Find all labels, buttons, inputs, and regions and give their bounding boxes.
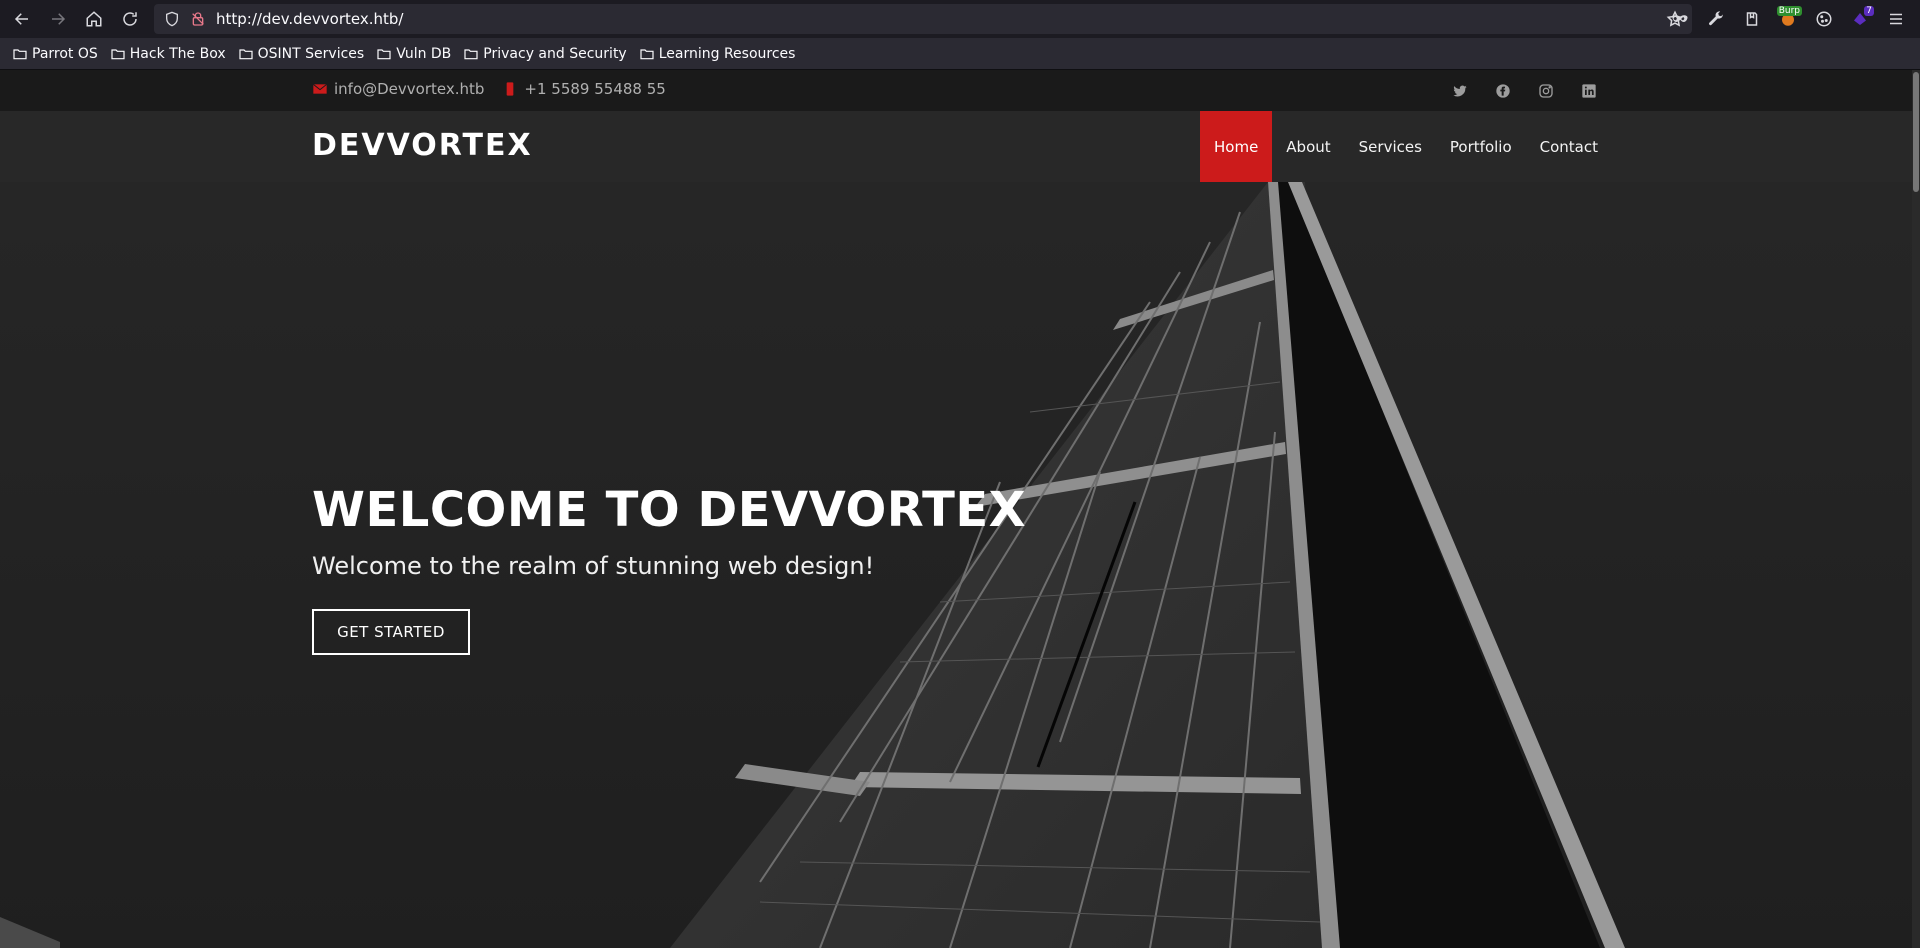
folder-icon xyxy=(377,48,391,59)
folder-icon xyxy=(239,48,253,59)
hero-title: WELCOME TO DEVVORTEX xyxy=(312,482,1027,538)
nav-services[interactable]: Services xyxy=(1345,111,1436,182)
private-browsing-button[interactable] xyxy=(1666,5,1694,33)
contact-info: info@Devvortex.htb +1 5589 55488 55 xyxy=(312,80,666,98)
open-menu-button[interactable] xyxy=(1882,5,1910,33)
site-navbar: DEVVORTEX Home About Services Portfolio … xyxy=(0,111,1912,182)
reload-button[interactable] xyxy=(112,4,148,34)
nav-home[interactable]: Home xyxy=(1200,111,1273,182)
social-links xyxy=(1450,81,1599,101)
page-scrollbar[interactable] xyxy=(1912,70,1920,948)
web-page: info@Devvortex.htb +1 5589 55488 55 DEVV… xyxy=(0,70,1920,948)
burp-badge: Burp xyxy=(1776,6,1802,16)
contact-topbar: info@Devvortex.htb +1 5589 55488 55 xyxy=(0,70,1912,111)
bookmarks-toolbar: Parrot OS Hack The Box OSINT Services Vu… xyxy=(0,38,1920,70)
extensions-icon xyxy=(1746,12,1758,26)
bookmark-folder-osint-services[interactable]: OSINT Services xyxy=(238,45,365,62)
site-logo[interactable]: DEVVORTEX xyxy=(312,128,533,163)
hero-section: WELCOME TO DEVVORTEX Welcome to the real… xyxy=(0,182,1912,948)
bookmark-folder-vuln-db[interactable]: Vuln DB xyxy=(376,46,451,62)
phone-text[interactable]: +1 5589 55488 55 xyxy=(524,80,665,98)
cookie-button[interactable] xyxy=(1810,5,1838,33)
bookmark-label: Parrot OS xyxy=(32,45,98,62)
phone-contact[interactable]: +1 5589 55488 55 xyxy=(502,80,666,98)
nav-contact[interactable]: Contact xyxy=(1526,111,1612,182)
facebook-icon xyxy=(1496,84,1510,98)
hero-building-image xyxy=(0,182,1625,948)
bookmark-label: Privacy and Security xyxy=(483,45,627,62)
get-started-button[interactable]: GET STARTED xyxy=(312,609,470,655)
home-icon xyxy=(86,11,102,27)
twitter-icon xyxy=(1453,85,1467,97)
bookmark-label: Hack The Box xyxy=(129,45,226,62)
twitter-link[interactable] xyxy=(1450,81,1470,101)
folder-icon xyxy=(640,48,654,59)
instagram-link[interactable] xyxy=(1536,81,1556,101)
insecure-lock-icon[interactable] xyxy=(190,11,206,27)
bookmark-folder-hack-the-box[interactable]: Hack The Box xyxy=(110,46,226,62)
browser-toolbar: http://dev.devvortex.htb/ Burp 7 xyxy=(0,0,1920,38)
phone-icon xyxy=(507,82,514,96)
purple-extension-button[interactable]: 7 xyxy=(1846,5,1874,33)
bookmark-label: Learning Resources xyxy=(658,45,796,62)
hero-subtitle: Welcome to the realm of stunning web des… xyxy=(312,552,875,580)
nav-portfolio[interactable]: Portfolio xyxy=(1436,111,1526,182)
facebook-link[interactable] xyxy=(1493,81,1513,101)
folder-icon xyxy=(111,48,125,59)
scrollbar-thumb[interactable] xyxy=(1913,72,1919,192)
folder-icon xyxy=(13,48,27,59)
extensions-button[interactable] xyxy=(1738,5,1766,33)
linkedin-icon xyxy=(1582,84,1596,98)
main-menu: Home About Services Portfolio Contact xyxy=(1200,111,1612,182)
wrench-icon xyxy=(1709,11,1723,26)
url-bar[interactable]: http://dev.devvortex.htb/ xyxy=(154,4,1692,34)
home-button[interactable] xyxy=(76,4,112,34)
email-contact[interactable]: info@Devvortex.htb xyxy=(312,80,484,98)
tracking-protection-shield-icon[interactable] xyxy=(164,11,180,27)
instagram-icon xyxy=(1539,84,1553,98)
hamburger-menu-icon xyxy=(1890,13,1902,25)
bookmark-label: OSINT Services xyxy=(257,45,365,62)
extensions-toolbar: Burp 7 xyxy=(1666,4,1910,34)
cookie-icon xyxy=(1816,11,1832,27)
wrench-button[interactable] xyxy=(1702,5,1730,33)
burp-extension-button[interactable]: Burp xyxy=(1774,5,1802,33)
purple-badge: 7 xyxy=(1864,6,1874,16)
nav-about[interactable]: About xyxy=(1272,111,1344,182)
url-text[interactable]: http://dev.devvortex.htb/ xyxy=(216,10,404,28)
back-button[interactable] xyxy=(4,4,40,34)
envelope-icon xyxy=(313,83,327,94)
forward-arrow-icon xyxy=(52,13,66,25)
back-arrow-icon xyxy=(14,13,28,25)
linkedin-link[interactable] xyxy=(1579,81,1599,101)
bookmark-folder-parrot-os[interactable]: Parrot OS xyxy=(12,46,98,62)
bookmark-folder-learning-resources[interactable]: Learning Resources xyxy=(639,45,796,62)
email-text[interactable]: info@Devvortex.htb xyxy=(334,80,484,98)
reload-icon xyxy=(123,12,137,26)
bookmark-folder-privacy-and-security[interactable]: Privacy and Security xyxy=(463,45,627,62)
private-browsing-icon xyxy=(1672,15,1688,22)
bookmark-label: Vuln DB xyxy=(396,45,452,62)
folder-icon xyxy=(464,48,478,59)
forward-button[interactable] xyxy=(40,4,76,34)
